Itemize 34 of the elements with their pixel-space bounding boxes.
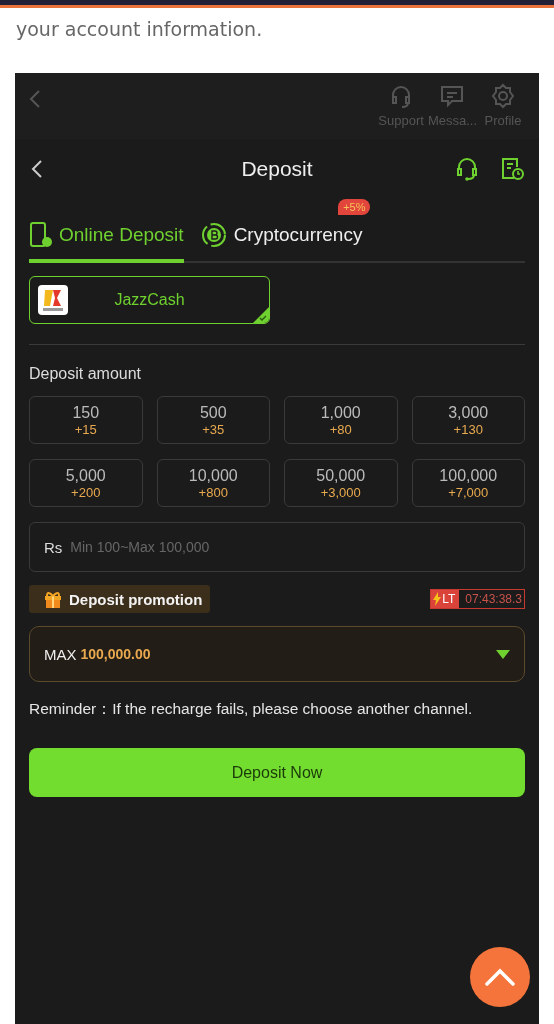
section-label: Deposit amount [29, 365, 143, 383]
amount-option[interactable]: 10,000 +800 [156, 459, 270, 507]
amount-option[interactable]: 3,000 +130 [411, 396, 525, 444]
promotion-dropdown[interactable]: MAX 100,000.00 [29, 626, 525, 682]
wallet-logo-icon [38, 285, 68, 315]
bonus-badge: +5% [338, 199, 371, 215]
tab[interactable]: Cryptocurrency +5% [199, 199, 371, 263]
payment-channel[interactable]: JazzCash [29, 276, 270, 324]
amount-field[interactable]: Rs Min 100~Max 100,000 [29, 522, 525, 572]
headset-icon[interactable] [455, 156, 479, 182]
amount-option[interactable]: 100,000 +7,000 [411, 459, 525, 507]
amount-option[interactable]: 50,000 +3,000 [284, 459, 398, 507]
currency-label: Rs [44, 538, 63, 556]
phone-icon [29, 221, 53, 249]
page-title: Deposit [241, 157, 313, 181]
gift-icon [43, 589, 63, 609]
countdown-timer: LT 07:43:38.3 [430, 589, 525, 609]
reminder-text: Reminder：If the recharge fails, please choose another channel. [29, 699, 474, 719]
history-icon[interactable] [499, 156, 525, 182]
amount-option[interactable]: 5,000 +200 [29, 459, 143, 507]
lightning-icon [433, 592, 442, 606]
caret-icon [496, 649, 510, 659]
amount-input[interactable]: Min 100~Max 100,000 [68, 538, 510, 556]
coin-icon [199, 221, 228, 249]
promotion-tag: Deposit promotion [29, 585, 211, 613]
amount-option[interactable]: 1,000 +80 [284, 396, 398, 444]
article-text: your account information. [16, 18, 264, 42]
chevron-up-icon [485, 968, 515, 986]
amount-option[interactable]: 500 +35 [156, 396, 270, 444]
selected-check-icon [253, 307, 269, 323]
scroll-to-top-button[interactable] [470, 947, 530, 1007]
deposit-now-button[interactable]: Deposit Now [29, 748, 525, 797]
tab[interactable]: Online Deposit [29, 199, 184, 263]
amount-option[interactable]: 150 +15 [29, 396, 143, 444]
